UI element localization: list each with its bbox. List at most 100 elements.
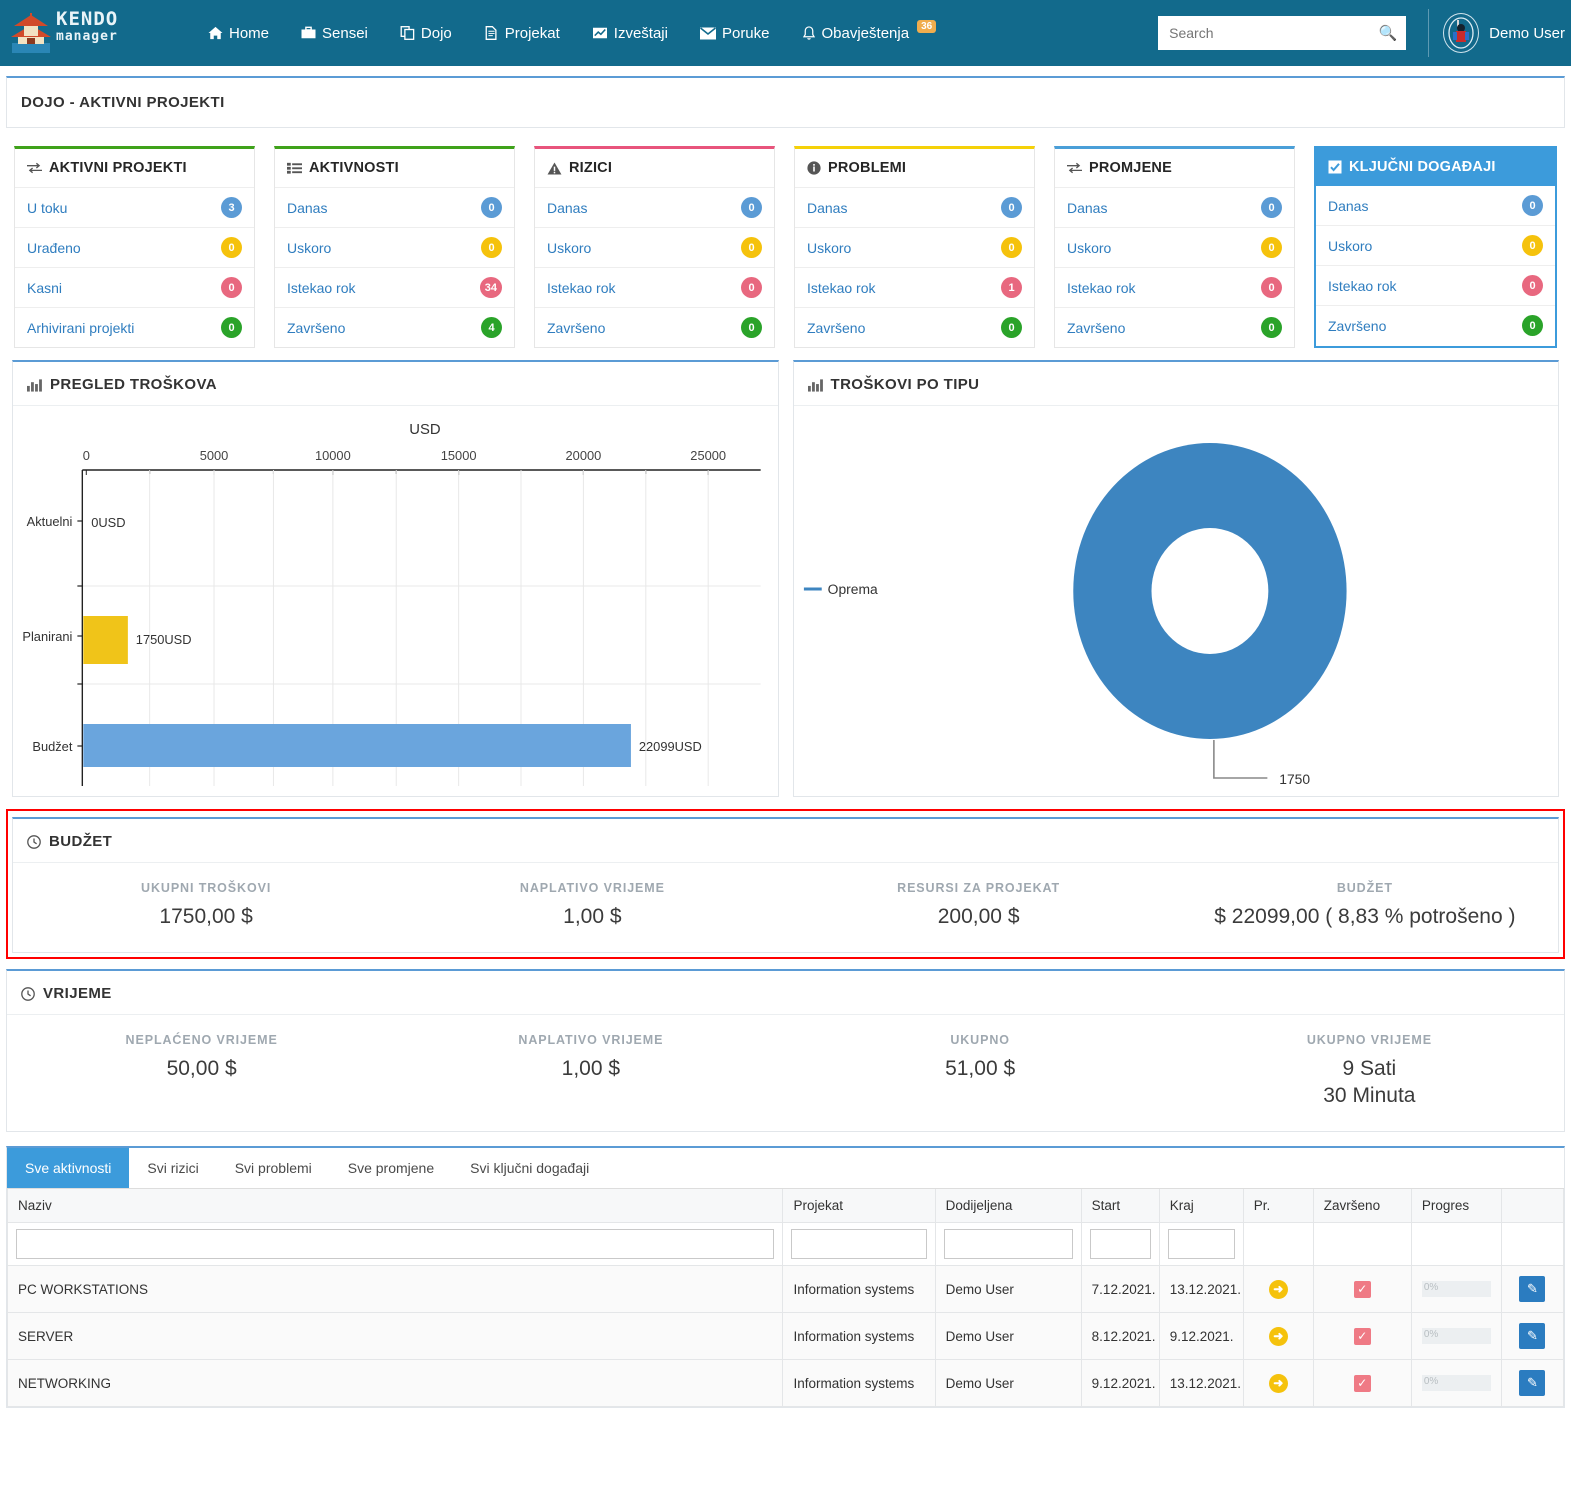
tab-svi-problemi[interactable]: Svi problemi [216, 1148, 330, 1188]
filter-cell-start[interactable] [1080, 1222, 1160, 1266]
tab-sve-aktivnosti[interactable]: Sve aktivnosti [7, 1148, 130, 1188]
cell-actions[interactable]: ✎ [1500, 1265, 1565, 1313]
card-row-label[interactable]: Danas [1067, 200, 1107, 216]
nav-item-obavjestenja[interactable]: Obavještenja 36 [786, 19, 953, 48]
tab-svi-kljucni-dogadjaji[interactable]: Svi ključni događaji [452, 1148, 608, 1188]
col-zavrseno[interactable]: Završeno [1312, 1189, 1412, 1223]
checkbox-checked-icon[interactable]: ✓ [1353, 1280, 1371, 1298]
col-kraj[interactable]: Kraj [1158, 1189, 1244, 1223]
col-naziv[interactable]: Naziv [6, 1189, 784, 1223]
card-row-label[interactable]: Uskoro [1067, 240, 1111, 256]
card-row-label[interactable]: Uskoro [807, 240, 851, 256]
card-row[interactable]: Uskoro 0 [1316, 226, 1555, 266]
filter-input-kraj[interactable] [1167, 1229, 1235, 1259]
checkbox-checked-icon[interactable]: ✓ [1353, 1327, 1371, 1345]
card-row[interactable]: Danas 0 [795, 188, 1034, 228]
edit-icon[interactable]: ✎ [1519, 1323, 1546, 1349]
filter-cell-naziv[interactable] [6, 1222, 784, 1266]
card-row-label[interactable]: Danas [807, 200, 847, 216]
card-row[interactable]: U toku 3 [15, 188, 254, 228]
card-row[interactable]: Završeno 0 [795, 308, 1034, 347]
search-input[interactable] [1167, 24, 1379, 42]
card-row[interactable]: Istekao rok 0 [535, 268, 774, 308]
card-row-label[interactable]: Istekao rok [287, 280, 355, 296]
card-row-label[interactable]: Uskoro [547, 240, 591, 256]
card-row[interactable]: Završeno 0 [1055, 308, 1294, 347]
card-aktivni-projekti[interactable]: AKTIVNI PROJEKTI U toku 3 Urađeno 0 Kasni 0… [14, 146, 255, 348]
table-row[interactable]: SERVER Information systems Demo User 8.1… [6, 1312, 1565, 1360]
filter-cell-projekat[interactable] [782, 1222, 936, 1266]
table-row[interactable]: NETWORKING Information systems Demo User… [6, 1359, 1565, 1407]
col-dodijeljena[interactable]: Dodijeljena [934, 1189, 1082, 1223]
card-row-label[interactable]: U toku [27, 200, 67, 216]
user-name[interactable]: Demo User [1489, 25, 1565, 42]
col-progres[interactable]: Progres [1410, 1189, 1502, 1223]
card-row-label[interactable]: Danas [287, 200, 327, 216]
filter-input-dodijeljena[interactable] [943, 1229, 1073, 1259]
card-row[interactable]: Završeno 0 [535, 308, 774, 347]
card-row[interactable]: Završeno 0 [1316, 306, 1555, 345]
checkbox-checked-icon[interactable]: ✓ [1353, 1374, 1371, 1392]
edit-icon[interactable]: ✎ [1519, 1276, 1546, 1302]
col-pr[interactable]: Pr. [1242, 1189, 1314, 1223]
card-row-label[interactable]: Istekao rok [1328, 278, 1396, 294]
card-row[interactable]: Uskoro 0 [535, 228, 774, 268]
search-box[interactable]: 🔍 [1158, 16, 1407, 50]
card-row[interactable]: Uskoro 0 [795, 228, 1034, 268]
card-row[interactable]: Završeno 4 [275, 308, 514, 347]
card-row-label[interactable]: Istekao rok [547, 280, 615, 296]
card-row-label[interactable]: Uskoro [287, 240, 331, 256]
nav-item-sensei[interactable]: Sensei [285, 19, 384, 48]
table-row[interactable]: PC WORKSTATIONS Information systems Demo… [6, 1265, 1565, 1313]
card-row-label[interactable]: Istekao rok [1067, 280, 1135, 296]
nav-item-projekat[interactable]: Projekat [468, 19, 576, 48]
card-row-label[interactable]: Kasni [27, 280, 62, 296]
nav-item-poruke[interactable]: Poruke [684, 19, 786, 48]
avatar[interactable] [1443, 13, 1480, 53]
card-row[interactable]: Istekao rok 34 [275, 268, 514, 308]
filter-input-projekat[interactable] [791, 1229, 927, 1259]
card-row-label[interactable]: Istekao rok [807, 280, 875, 296]
card-row-label[interactable]: Danas [547, 200, 587, 216]
card-row[interactable]: Urađeno 0 [15, 228, 254, 268]
filter-input-naziv[interactable] [16, 1229, 775, 1259]
nav-item-home[interactable]: Home [192, 19, 285, 48]
card-row[interactable]: Istekao rok 0 [1055, 268, 1294, 308]
card-row[interactable]: Uskoro 0 [275, 228, 514, 268]
card-row[interactable]: Danas 0 [535, 188, 774, 228]
card-row-label[interactable]: Završeno [287, 320, 345, 336]
card-rizici[interactable]: RIZICI Danas 0 Uskoro 0 Istekao rok 0 Završ… [534, 146, 775, 348]
cell-actions[interactable]: ✎ [1500, 1312, 1565, 1360]
card-row-label[interactable]: Danas [1328, 198, 1368, 214]
card-row-label[interactable]: Završeno [807, 320, 865, 336]
card-row-label[interactable]: Završeno [547, 320, 605, 336]
col-start[interactable]: Start [1080, 1189, 1160, 1223]
card-promjene[interactable]: PROMJENE Danas 0 Uskoro 0 Istekao rok 0 Zav… [1054, 146, 1295, 348]
search-icon[interactable]: 🔍 [1378, 24, 1397, 42]
card-row[interactable]: Kasni 0 [15, 268, 254, 308]
card-aktivnosti[interactable]: AKTIVNOSTI Danas 0 Uskoro 0 Istekao rok 34 … [274, 146, 515, 348]
filter-input-start[interactable] [1089, 1229, 1151, 1259]
cell-zavrseno[interactable]: ✓ [1312, 1265, 1412, 1313]
card-row[interactable]: Danas 0 [1316, 186, 1555, 226]
nav-item-dojo[interactable]: Dojo [384, 19, 468, 48]
filter-cell-kraj[interactable] [1158, 1222, 1244, 1266]
card-row-label[interactable]: Urađeno [27, 240, 81, 256]
cell-zavrseno[interactable]: ✓ [1312, 1359, 1412, 1407]
card-row[interactable]: Uskoro 0 [1055, 228, 1294, 268]
card-row[interactable]: Danas 0 [275, 188, 514, 228]
edit-icon[interactable]: ✎ [1519, 1370, 1546, 1396]
tab-svi-rizici[interactable]: Svi rizici [129, 1148, 217, 1188]
col-projekat[interactable]: Projekat [782, 1189, 936, 1223]
donut-chart[interactable]: 1750 Oprema [794, 406, 1559, 796]
cell-actions[interactable]: ✎ [1500, 1359, 1565, 1407]
card-row[interactable]: Arhivirani projekti 0 [15, 308, 254, 347]
card-row-label[interactable]: Uskoro [1328, 238, 1372, 254]
app-logo[interactable]: KENDO manager [4, 5, 124, 61]
cell-zavrseno[interactable]: ✓ [1312, 1312, 1412, 1360]
tab-sve-promjene[interactable]: Sve promjene [329, 1148, 453, 1188]
nav-item-izvestaji[interactable]: Izveštaji [576, 19, 684, 48]
card-row[interactable]: Danas 0 [1055, 188, 1294, 228]
filter-cell-dodijeljena[interactable] [934, 1222, 1082, 1266]
card-row-label[interactable]: Završeno [1328, 318, 1386, 334]
